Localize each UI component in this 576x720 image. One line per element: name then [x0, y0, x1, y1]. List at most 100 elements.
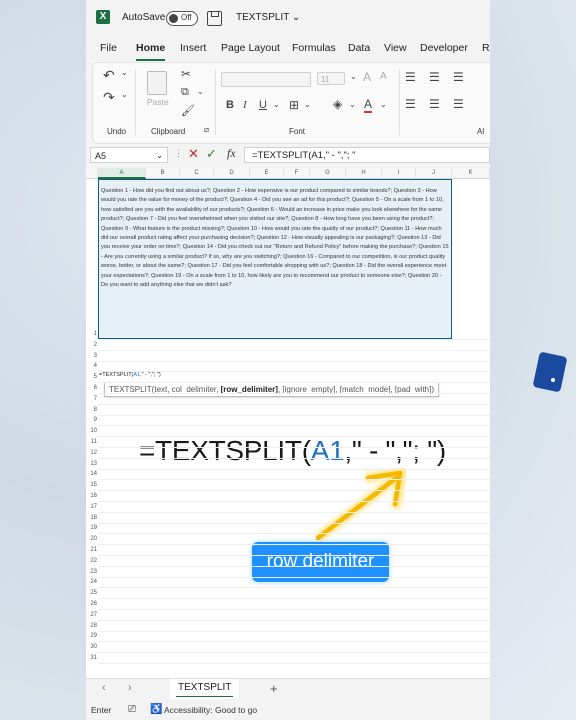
font-color-dropdown-icon[interactable]: ⌄ — [380, 100, 387, 109]
underline-dropdown-icon[interactable]: ⌄ — [273, 100, 280, 109]
align-middle-icon[interactable]: ☰ — [429, 70, 440, 84]
bold-icon[interactable]: B — [226, 99, 234, 111]
row-header-27[interactable]: 27 — [86, 611, 98, 620]
worksheet-grid[interactable]: A B C D E F G H I J K Question 1 - How d… — [86, 168, 490, 678]
column-header-c[interactable]: C — [180, 168, 214, 179]
row-header-14[interactable]: 14 — [86, 470, 98, 479]
align-bottom-icon[interactable]: ☰ — [453, 70, 464, 84]
column-header-j[interactable]: J — [416, 168, 452, 179]
formula-input[interactable]: =TEXTSPLIT(A1," - ","; " — [244, 147, 490, 163]
undo-dropdown-icon[interactable]: ⌄ — [121, 68, 128, 77]
row-header-22[interactable]: 22 — [86, 557, 98, 566]
borders-icon[interactable]: ⊞ — [289, 98, 299, 112]
column-header-d[interactable]: D — [214, 168, 250, 179]
column-header-h[interactable]: H — [346, 168, 382, 179]
paste-button[interactable]: Paste — [147, 97, 169, 107]
cancel-icon[interactable]: ✕ — [188, 146, 199, 162]
fill-color-icon[interactable]: ◈ — [333, 97, 342, 111]
underline-icon[interactable]: U — [259, 99, 267, 111]
row-header-13[interactable]: 13 — [86, 460, 98, 469]
font-color-icon[interactable]: A — [364, 97, 373, 113]
copy-dropdown-icon[interactable]: ⌄ — [197, 87, 204, 96]
row-header-5[interactable]: 5 — [86, 373, 98, 382]
row-header-6[interactable]: 6 — [86, 384, 98, 393]
redo-dropdown-icon[interactable]: ⌄ — [121, 90, 128, 99]
select-all-corner[interactable] — [86, 168, 98, 179]
row-header-26[interactable]: 26 — [86, 600, 98, 609]
row-header-20[interactable]: 20 — [86, 535, 98, 544]
row-header-17[interactable]: 17 — [86, 503, 98, 512]
column-header-e[interactable]: E — [250, 168, 284, 179]
name-box[interactable]: A5 ⌄ — [90, 147, 168, 163]
row-header-18[interactable]: 18 — [86, 514, 98, 523]
decrease-font-icon[interactable]: A — [380, 71, 387, 82]
tab-view[interactable]: View — [384, 42, 407, 54]
align-top-icon[interactable]: ☰ — [405, 70, 416, 84]
row-header-29[interactable]: 29 — [86, 632, 98, 641]
macro-record-icon[interactable]: ⎚ — [128, 700, 136, 720]
paste-icon[interactable] — [147, 71, 167, 95]
cell-a1[interactable]: Question 1 - How did you find out about … — [98, 179, 452, 339]
tab-review[interactable]: Re — [482, 42, 490, 54]
tab-developer[interactable]: Developer — [420, 42, 468, 54]
row-header-2[interactable]: 2 — [86, 341, 98, 350]
row-header-4[interactable]: 4 — [86, 362, 98, 371]
italic-icon[interactable]: I — [243, 99, 247, 111]
row-header-31[interactable]: 31 — [86, 654, 98, 663]
row-header-23[interactable]: 23 — [86, 568, 98, 577]
borders-dropdown-icon[interactable]: ⌄ — [304, 100, 311, 109]
autosave-toggle[interactable]: Off — [166, 11, 198, 26]
column-header-a[interactable]: A — [98, 168, 146, 179]
cut-icon[interactable]: ✂ — [181, 67, 191, 81]
fill-color-dropdown-icon[interactable]: ⌄ — [349, 100, 356, 109]
enter-icon[interactable]: ✓ — [206, 146, 217, 162]
copy-icon[interactable]: ⧉ — [181, 86, 189, 99]
clipboard-launcher-icon[interactable]: ⧄ — [204, 125, 209, 135]
file-name-button[interactable]: TEXTSPLIT ⌄ — [236, 12, 300, 23]
accessibility-icon[interactable]: ♿ — [150, 700, 162, 720]
align-left-icon[interactable]: ☰ — [405, 97, 416, 111]
font-name-combo[interactable] — [221, 72, 311, 87]
next-sheet-icon[interactable]: › — [128, 682, 132, 694]
row-header-24[interactable]: 24 — [86, 578, 98, 587]
format-painter-icon[interactable]: 🖌 — [181, 104, 195, 117]
row-header-10[interactable]: 10 — [86, 427, 98, 436]
save-icon[interactable] — [207, 11, 222, 26]
tab-home[interactable]: Home — [136, 42, 166, 61]
row-header-1[interactable]: 1 — [86, 330, 98, 339]
row-header-7[interactable]: 7 — [86, 395, 98, 404]
row-header-11[interactable]: 11 — [86, 438, 98, 447]
row-header-8[interactable]: 8 — [86, 406, 98, 415]
align-right-icon[interactable]: ☰ — [453, 97, 464, 111]
row-header-25[interactable]: 25 — [86, 589, 98, 598]
row-header-21[interactable]: 21 — [86, 546, 98, 555]
tab-data[interactable]: Data — [348, 42, 370, 54]
tab-formulas[interactable]: Formulas — [292, 42, 336, 54]
column-header-b[interactable]: B — [146, 168, 180, 179]
column-header-i[interactable]: I — [382, 168, 416, 179]
row-header-9[interactable]: 9 — [86, 416, 98, 425]
increase-font-icon[interactable]: A — [363, 70, 371, 84]
undo-icon[interactable]: ↶ — [103, 67, 115, 84]
redo-icon[interactable]: ↷ — [103, 89, 115, 106]
column-header-g[interactable]: G — [310, 168, 346, 179]
font-size-combo[interactable]: 11 — [317, 72, 345, 85]
previous-sheet-icon[interactable]: ‹ — [102, 682, 106, 694]
row-header-19[interactable]: 19 — [86, 524, 98, 533]
column-header-k[interactable]: K — [452, 168, 490, 179]
insert-function-icon[interactable]: fx — [227, 146, 236, 161]
font-size-dropdown-icon[interactable]: ⌄ — [350, 72, 357, 81]
row-header-30[interactable]: 30 — [86, 643, 98, 652]
tab-page-layout[interactable]: Page Layout — [221, 42, 280, 54]
align-center-icon[interactable]: ☰ — [429, 97, 440, 111]
row-header-3[interactable]: 3 — [86, 352, 98, 361]
row-header-16[interactable]: 16 — [86, 492, 98, 501]
cell-a5[interactable]: =TEXTSPLIT(A1," - ","; ") — [99, 372, 161, 378]
sheet-tab-textsplit[interactable]: TEXTSPLIT — [170, 679, 240, 699]
tab-file[interactable]: File — [100, 42, 117, 54]
column-header-f[interactable]: F — [284, 168, 310, 179]
row-header-12[interactable]: 12 — [86, 449, 98, 458]
more-options-icon[interactable]: ⋮ — [174, 148, 183, 159]
add-sheet-button[interactable]: + — [270, 681, 278, 696]
accessibility-status[interactable]: Accessibility: Good to go — [164, 700, 257, 720]
